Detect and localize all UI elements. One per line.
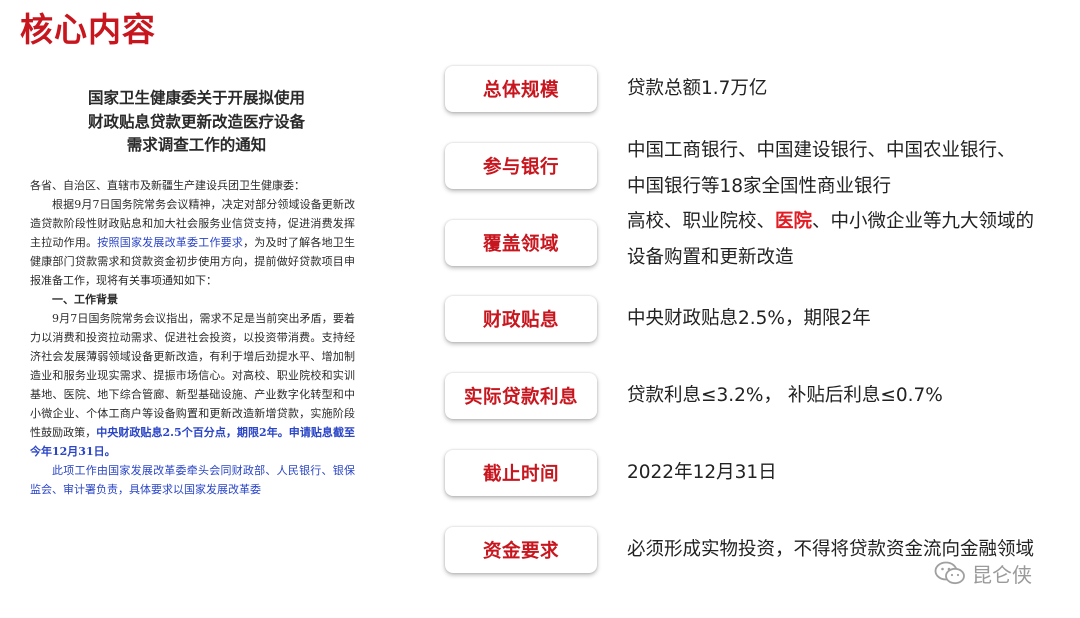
value-highlight: 医院 (775, 211, 813, 232)
row-subsidy: 财政贴息 中央财政贴息2.5%，期限2年 (443, 296, 1073, 356)
row-value-line: 高校、职业院校、医院、中小微企业等九大领域的 (627, 204, 1080, 240)
label-pill: 实际贷款利息 (445, 373, 597, 419)
label-pill: 参与银行 (445, 143, 597, 189)
row-value-line: 中国银行等18家全国性商业银行 (627, 176, 892, 197)
wechat-icon (934, 561, 965, 585)
paragraph-text: 9月7日国务院常务会议指出，需求不足是当前突出矛盾，要着力以消费和投资拉动需求、… (30, 312, 355, 439)
row-value: 贷款总额1.7万亿 (627, 78, 768, 99)
row-value-line: 中国工商银行、中国建设银行、中国农业银行、 (627, 140, 1016, 161)
value-text: 、中小微企业等九大领域的 (812, 211, 1035, 232)
row-value: 中央财政贴息2.5%，期限2年 (627, 308, 871, 329)
row-scale: 总体规模 贷款总额1.7万亿 (443, 66, 1073, 126)
value-text: 高校、职业院校、 (627, 211, 776, 232)
document-title: 国家卫生健康委关于开展拟使用 财政贴息贷款更新改造医疗设备 需求调查工作的通知 (38, 86, 355, 157)
document-salutation: 各省、自治区、直辖市及新疆生产建设兵团卫生健康委： (30, 179, 305, 192)
row-value: 2022年12月31日 (627, 462, 777, 483)
label-pill: 覆盖领域 (445, 220, 597, 266)
document-highlight-link: 按照国家发展改革委工作要求 (97, 236, 244, 249)
row-value: 高校、职业院校、医院、中小微企业等九大领域的 设备购置和更新改造 (627, 204, 1080, 276)
label-pill: 截止时间 (445, 450, 597, 496)
document-paragraph: 9月7日国务院常务会议指出，需求不足是当前突出矛盾，要着力以消费和投资拉动需求、… (30, 309, 355, 461)
row-deadline: 截止时间 2022年12月31日 (443, 450, 1073, 510)
notice-document: 国家卫生健康委关于开展拟使用 财政贴息贷款更新改造医疗设备 需求调查工作的通知 … (30, 80, 355, 600)
document-body: 各省、自治区、直辖市及新疆生产建设兵团卫生健康委： 根据9月7日国务院常务会议精… (30, 176, 355, 499)
document-title-line: 财政贴息贷款更新改造医疗设备 (87, 111, 305, 131)
row-value-line: 设备购置和更新改造 (627, 247, 794, 268)
document-title-line: 国家卫生健康委关于开展拟使用 (87, 88, 305, 107)
label-pill: 资金要求 (445, 527, 597, 573)
row-value: 贷款利息≤3.2%， 补贴后利息≤0.7% (627, 385, 943, 406)
document-section-heading: 一、工作背景 (52, 293, 118, 306)
document-paragraph: 根据9月7日国务院常务会议精神，决定对部分领域设备更新改造贷款阶段性财政贴息和加… (30, 195, 355, 290)
row-banks: 参与银行 中国工商银行、中国建设银行、中国农业银行、 中国银行等18家全国性商业… (443, 140, 1073, 203)
document-title-line: 需求调查工作的通知 (126, 135, 267, 154)
document-paragraph: 此项工作由国家发展改革委牵头会同财政部、人民银行、银保监会、审计署负责，具体要求… (30, 464, 355, 496)
watermark: 昆仑侠 (934, 558, 1032, 588)
row-value: 中国工商银行、中国建设银行、中国农业银行、 中国银行等18家全国性商业银行 (627, 133, 1080, 205)
row-coverage: 覆盖领域 高校、职业院校、医院、中小微企业等九大领域的 设备购置和更新改造 (443, 211, 1073, 280)
page-title: 核心内容 (20, 10, 156, 49)
label-pill: 财政贴息 (445, 296, 597, 342)
watermark-text: 昆仑侠 (972, 562, 1032, 587)
row-interest: 实际贷款利息 贷款利息≤3.2%， 补贴后利息≤0.7% (443, 373, 1073, 433)
label-pill: 总体规模 (445, 66, 597, 112)
